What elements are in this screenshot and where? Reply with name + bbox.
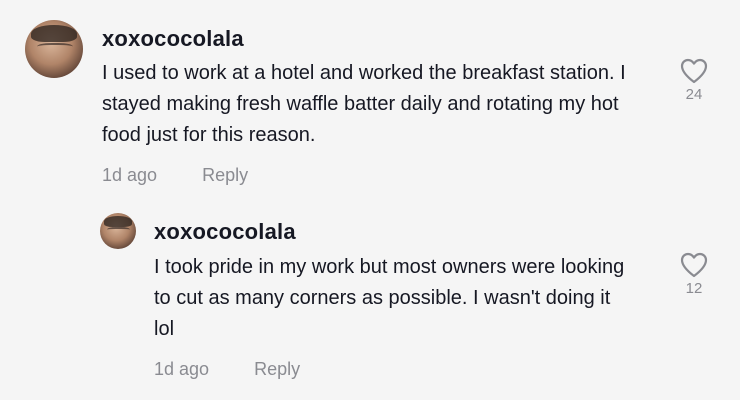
comment-username[interactable]: xoxococolala [154, 219, 296, 245]
comment-text: I took pride in my work but most owners … [154, 256, 625, 340]
comment-timestamp: 1d ago [102, 165, 158, 185]
comment-meta: 1d ago Reply [154, 359, 300, 380]
heart-outline-icon [680, 58, 708, 84]
avatar[interactable] [100, 213, 136, 249]
comment-text: I used to work at a hotel and worked the… [102, 62, 626, 146]
like-count: 12 [685, 280, 703, 297]
reply-button[interactable]: Reply [254, 359, 300, 380]
avatar[interactable] [25, 20, 83, 78]
comment-username[interactable]: xoxococolala [102, 26, 244, 52]
heart-outline-icon [680, 252, 708, 278]
like-count: 24 [685, 86, 703, 103]
like-button[interactable]: 12 [674, 252, 714, 297]
reply-button[interactable]: Reply [202, 165, 248, 186]
like-button[interactable]: 24 [674, 58, 714, 103]
comment-meta: 1d ago Reply [102, 165, 248, 186]
comment-timestamp: 1d ago [154, 359, 210, 379]
